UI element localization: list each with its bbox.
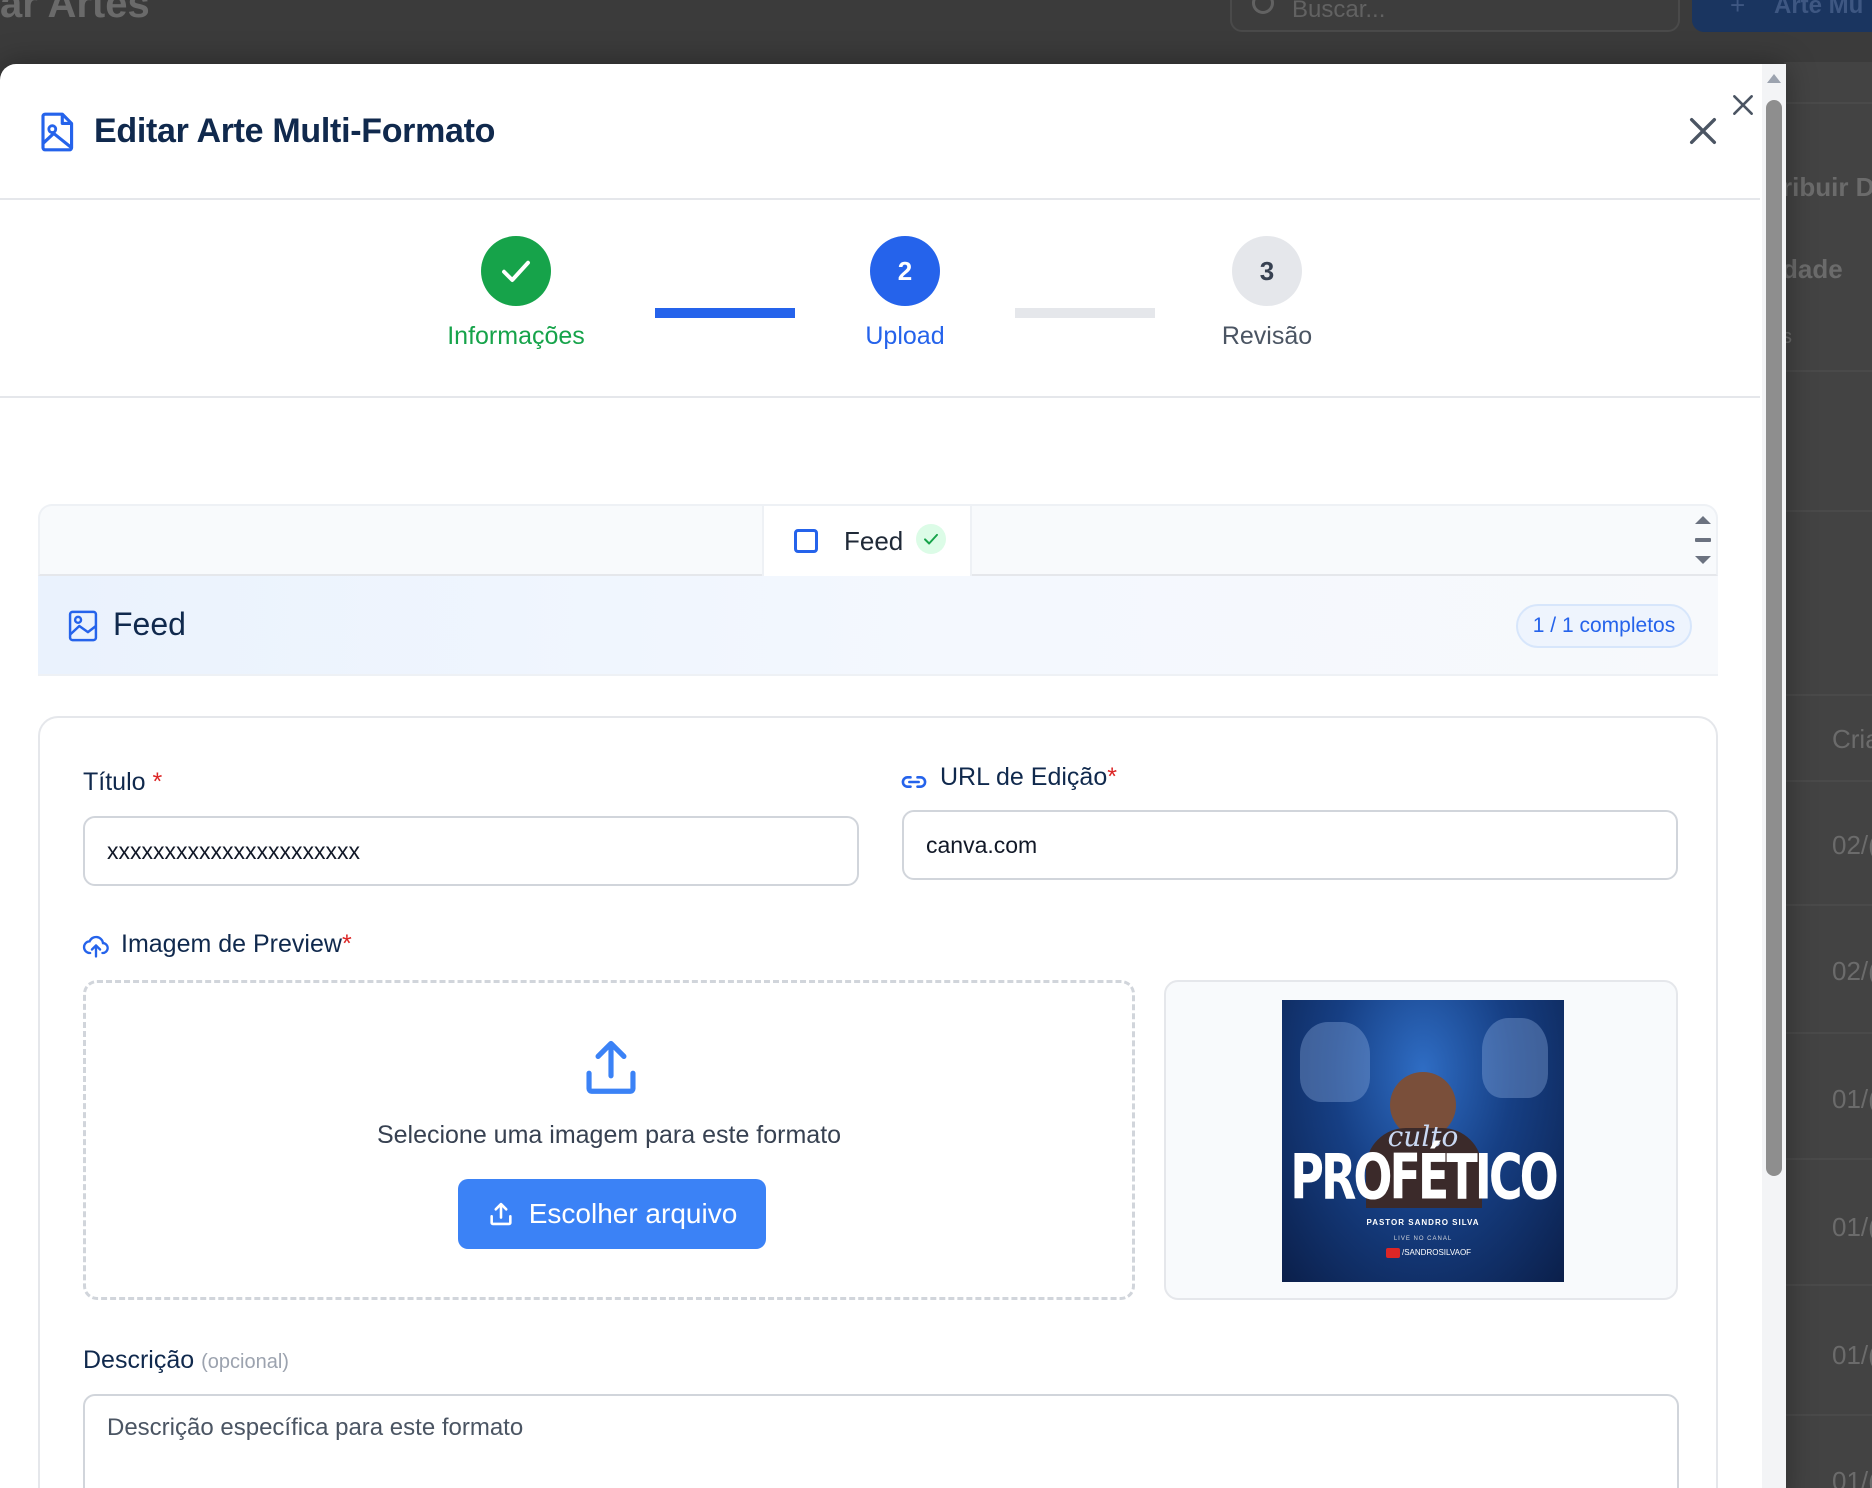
check-icon — [916, 524, 946, 554]
titulo-label-text: Título — [83, 768, 146, 796]
edit-art-modal: Editar Arte Multi-Formato Informações 2 … — [0, 64, 1786, 1488]
check-icon — [502, 260, 530, 282]
step-2-active[interactable]: 2 — [870, 236, 940, 306]
required-mark: * — [1107, 763, 1117, 791]
search-icon — [1252, 0, 1274, 14]
bg-row-date: 02/( — [1832, 830, 1872, 860]
bg-row-divider — [1784, 904, 1872, 906]
bg-row-divider — [1784, 370, 1872, 372]
bg-row-divider — [1784, 1414, 1872, 1416]
preview-label-text: Imagem de Preview — [121, 930, 342, 958]
bg-row-divider — [1784, 1284, 1872, 1286]
bg-new-art-label: Arte Mu — [1774, 0, 1864, 19]
format-header: Feed 1 / 1 completos — [38, 576, 1718, 676]
url-label-text: URL de Edição — [940, 763, 1108, 791]
upload-icon — [490, 1202, 512, 1226]
modal-title: Editar Arte Multi-Formato — [94, 112, 496, 150]
bg-side-label: ribuir De — [1782, 172, 1872, 202]
preview-channel-text: /SANDROSILVAOF — [1402, 1248, 1472, 1257]
upload-icon — [586, 1040, 636, 1094]
tab-feed[interactable]: Feed — [762, 506, 972, 576]
preview-figure-right — [1482, 1018, 1548, 1098]
choose-file-button[interactable]: Escolher arquivo — [458, 1179, 766, 1249]
plus-icon: + — [1730, 0, 1746, 20]
step-3-pending[interactable]: 3 — [1232, 236, 1302, 306]
preview-title-text: PROFÉTICO — [1290, 1140, 1558, 1214]
modal-header: Editar Arte Multi-Formato — [0, 64, 1760, 200]
bg-row-divider — [1784, 1158, 1872, 1160]
step-3-label: Revisão — [1221, 322, 1313, 350]
optional-hint: (opcional) — [201, 1351, 289, 1373]
bg-row-date: 01/( — [1832, 1212, 1872, 1242]
preview-image: culto PROFÉTICO PASTOR SANDRO SILVA LIVE… — [1282, 1000, 1564, 1282]
step-2-label: Upload — [865, 322, 945, 350]
step-connector-incomplete — [1015, 308, 1155, 318]
descricao-placeholder: Descrição específica para este formato — [107, 1414, 524, 1441]
image-file-icon — [68, 610, 98, 642]
format-title: Feed — [113, 606, 186, 642]
bg-page-title: ar Artes — [0, 0, 150, 26]
descricao-label-text: Descrição — [83, 1346, 195, 1374]
required-mark: * — [341, 930, 352, 958]
bg-row-date: 01/( — [1832, 1340, 1872, 1370]
step-connector-complete — [655, 308, 795, 318]
format-form-card: Título * xxxxxxxxxxxxxxxxxxxxxx URL de E… — [38, 716, 1718, 1488]
completion-badge: 1 / 1 completos — [1516, 604, 1692, 648]
preview-figure-left — [1300, 1022, 1370, 1102]
tab-checkbox[interactable] — [794, 529, 818, 553]
bg-search-input: Buscar... — [1230, 0, 1680, 32]
bg-row-divider — [1784, 1032, 1872, 1034]
preview-live-text: LIVE NO CANAL — [1393, 1236, 1453, 1242]
format-tabs: Feed — [38, 504, 1718, 576]
bg-row-date: 01/( — [1832, 1466, 1872, 1488]
file-image-icon — [41, 112, 74, 152]
url-label: URL de Edição* — [940, 763, 1117, 792]
titulo-input[interactable]: xxxxxxxxxxxxxxxxxxxxxx — [83, 816, 859, 886]
bg-row-divider — [1784, 102, 1872, 104]
dropzone-text: Selecione uma imagem para este formato — [376, 1121, 842, 1149]
scroll-up-arrow-icon[interactable] — [1767, 74, 1781, 83]
bg-row-divider — [1784, 694, 1872, 696]
preview-label: Imagem de Preview* — [121, 930, 352, 959]
descricao-textarea[interactable]: Descrição específica para este formato — [83, 1394, 1679, 1488]
link-icon — [901, 776, 927, 788]
bg-row-date: 01/( — [1832, 1084, 1872, 1114]
bg-row-divider — [1784, 510, 1872, 512]
url-input[interactable]: canva.com — [902, 810, 1678, 880]
image-preview-box: culto PROFÉTICO PASTOR SANDRO SILVA LIVE… — [1164, 980, 1678, 1300]
bg-side-label: Cria — [1832, 724, 1872, 754]
bg-row-date: 02/( — [1832, 956, 1872, 986]
modal-scrollbar[interactable] — [1762, 64, 1786, 1488]
bg-side-label: dade — [1782, 254, 1843, 284]
close-icon[interactable] — [1686, 114, 1720, 148]
youtube-icon — [1386, 1248, 1400, 1258]
titulo-label: Título * — [83, 768, 162, 797]
image-dropzone[interactable]: Selecione uma imagem para este formato E… — [83, 980, 1135, 1300]
outer-close-icon[interactable] — [1730, 92, 1756, 118]
scrollbar-thumb[interactable] — [1766, 100, 1782, 1176]
bg-search-placeholder: Buscar... — [1292, 0, 1386, 23]
preview-subtitle-text: PASTOR SANDRO SILVA — [1366, 1218, 1480, 1227]
descricao-label: Descrição (opcional) — [83, 1346, 289, 1375]
tabs-scroll-icon[interactable] — [1688, 512, 1718, 570]
choose-file-label: Escolher arquivo — [528, 1198, 738, 1229]
tab-feed-label: Feed — [844, 526, 904, 556]
progress-stepper — [0, 200, 1760, 398]
required-mark: * — [152, 768, 163, 796]
step-1-label: Informações — [447, 322, 585, 350]
step-1-completed[interactable] — [481, 236, 551, 306]
bg-row-divider — [1784, 780, 1872, 782]
bg-new-art-button: + Arte Mu — [1692, 0, 1872, 32]
cloud-upload-icon — [82, 935, 109, 958]
